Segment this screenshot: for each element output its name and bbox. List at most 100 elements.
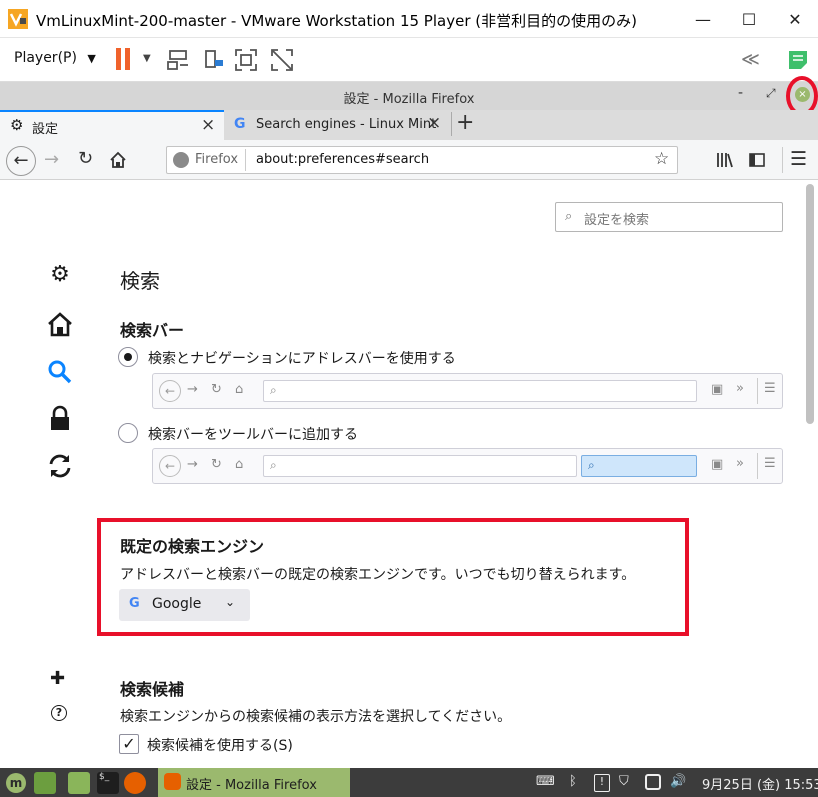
- mint-menu-icon[interactable]: m: [6, 773, 26, 793]
- player-menu[interactable]: Player(P) ▼: [14, 50, 96, 66]
- tab-label: 設定: [32, 122, 59, 137]
- firefox-icon: [164, 773, 181, 790]
- minimize-icon: —: [695, 9, 711, 29]
- toolbar-search-radio[interactable]: [118, 423, 138, 443]
- default-engine-value: Google: [152, 596, 202, 612]
- urlbar-preview-image: ← → ↻ ⌂ ⌕ ▣ » ☰: [152, 373, 783, 409]
- taskbar-firefox-window[interactable]: 設定 - Mozilla Firefox: [158, 768, 350, 797]
- reload-icon: ↻: [211, 457, 222, 472]
- dropdown-arrow-icon: ▼: [87, 52, 96, 65]
- firefox-close-icon[interactable]: ×: [795, 87, 810, 102]
- tab-close-icon[interactable]: ×: [427, 113, 441, 133]
- collapse-toolbar-icon[interactable]: ≪: [741, 49, 760, 70]
- tab-divider: [451, 112, 452, 136]
- minimize-button[interactable]: —: [680, 0, 726, 38]
- firefox-identity-icon: [173, 152, 189, 168]
- default-engine-dropdown[interactable]: G Google ⌄: [119, 589, 250, 621]
- general-category-gear-icon[interactable]: ⚙: [46, 262, 74, 290]
- pause-button[interactable]: ▼: [108, 38, 164, 82]
- suggestions-checkbox-label: 検索候補を使用する(S): [147, 738, 293, 754]
- preview-search-field: ⌕: [581, 455, 697, 477]
- google-icon: G: [129, 596, 140, 611]
- home-icon: ⌂: [235, 457, 244, 472]
- suggestions-description: 検索エンジンからの検索候補の表示方法を選択してください。: [120, 709, 512, 725]
- reload-icon: ↻: [211, 382, 222, 397]
- chevron-down-icon: ⌄: [225, 595, 236, 609]
- bookmark-star-icon[interactable]: ☆: [654, 149, 669, 169]
- terminal-icon[interactable]: $_: [97, 772, 119, 794]
- pause-icon: [116, 48, 121, 70]
- keyboard-icon[interactable]: ⌨: [536, 774, 555, 789]
- back-button[interactable]: ←: [6, 146, 36, 176]
- maximize-button[interactable]: ☐: [726, 0, 772, 38]
- close-button[interactable]: ✕: [772, 0, 818, 38]
- tab-settings[interactable]: ⚙ 設定 ×: [0, 110, 224, 140]
- page-title: 検索: [120, 269, 160, 293]
- reader-icon: ▣: [711, 457, 724, 472]
- menu-hamburger-icon: ☰: [764, 456, 776, 471]
- firefox-window-title: 設定 - Mozilla Firefox: [343, 92, 475, 107]
- files-folder-icon[interactable]: [68, 772, 90, 794]
- player-menu-label: Player(P): [14, 50, 77, 66]
- volume-icon[interactable]: 🔊: [670, 774, 686, 789]
- tab-close-icon[interactable]: ×: [201, 115, 215, 135]
- vmware-titlebar: VmLinuxMint-200-master - VMware Workstat…: [0, 0, 818, 38]
- preview-address-field: ⌕: [263, 380, 697, 402]
- urlbar-search-radio[interactable]: [118, 347, 138, 367]
- shield-icon[interactable]: ⛉: [619, 774, 629, 789]
- maximize-icon: ☐: [741, 9, 757, 29]
- search-category-icon[interactable]: [46, 358, 74, 386]
- bluetooth-icon[interactable]: ᛒ: [569, 774, 577, 789]
- dropdown-arrow-icon: ▼: [143, 53, 151, 64]
- vmware-toolbar: Player(P) ▼ ▼ ≪: [0, 38, 818, 82]
- suggestions-heading: 検索候補: [120, 680, 185, 699]
- close-icon: ✕: [788, 9, 802, 29]
- update-manager-icon[interactable]: [645, 774, 661, 790]
- forward-arrow-icon: →: [187, 457, 198, 472]
- fullscreen-icon[interactable]: [234, 48, 258, 72]
- searchbar-preview-image: ← → ↻ ⌂ ⌕ ⌕ ▣ » ☰: [152, 448, 783, 484]
- extensions-puzzle-icon[interactable]: ✚: [50, 668, 65, 689]
- gear-icon: ⚙: [10, 116, 24, 134]
- maximize-icon[interactable]: ⤢: [766, 86, 776, 101]
- forward-button[interactable]: →: [44, 149, 59, 170]
- overflow-chevron-icon: »: [736, 381, 744, 396]
- back-arrow-icon: ←: [13, 150, 29, 171]
- minimize-icon[interactable]: -: [738, 85, 743, 101]
- scrollbar-thumb[interactable]: [806, 184, 814, 424]
- search-icon: ⌕: [270, 383, 277, 397]
- help-icon[interactable]: ?: [51, 705, 67, 721]
- vmware-logo-icon: [8, 9, 28, 29]
- removable-devices-icon[interactable]: [201, 48, 225, 72]
- clock[interactable]: 9月25日 (金) 15:53: [702, 774, 818, 793]
- clipboard-icon[interactable]: !: [594, 774, 610, 792]
- url-bar[interactable]: Firefox about:preferences#search ☆: [166, 146, 678, 174]
- notes-icon[interactable]: [786, 48, 810, 72]
- show-desktop-icon[interactable]: [34, 772, 56, 794]
- sidebar-icon[interactable]: [748, 151, 766, 169]
- new-tab-button[interactable]: +: [456, 110, 474, 135]
- forward-arrow-icon: →: [187, 382, 198, 397]
- preferences-search-input[interactable]: ⌕ 設定を検索: [555, 202, 783, 232]
- search-icon: ⌕: [270, 458, 277, 472]
- reload-icon[interactable]: ↻: [78, 148, 93, 169]
- library-icon[interactable]: [716, 151, 734, 169]
- menu-hamburger-icon: ☰: [764, 381, 776, 396]
- home-icon[interactable]: [109, 151, 127, 169]
- search-icon: ⌕: [565, 209, 573, 224]
- home-category-icon[interactable]: [46, 310, 74, 338]
- sync-category-icon[interactable]: [46, 452, 74, 480]
- searchbar-heading: 検索バー: [120, 321, 185, 340]
- overflow-chevron-icon: »: [736, 456, 744, 471]
- suggestions-checkbox[interactable]: ✓: [119, 734, 139, 754]
- tab-search-engines[interactable]: G Search engines - Linux Mint ×: [224, 110, 450, 140]
- search-icon: ⌕: [588, 458, 595, 472]
- default-engine-heading: 既定の検索エンジン: [120, 537, 265, 556]
- privacy-category-lock-icon[interactable]: [46, 404, 74, 432]
- unity-mode-icon[interactable]: [270, 48, 294, 72]
- menu-hamburger-icon[interactable]: ☰: [790, 148, 807, 170]
- taskbar-window-title: 設定 - Mozilla Firefox: [186, 778, 317, 793]
- firefox-launcher-icon[interactable]: [124, 772, 146, 794]
- urlbar-search-label: 検索とナビゲーションにアドレスバーを使用する: [148, 351, 456, 367]
- send-ctrl-alt-del-icon[interactable]: [166, 48, 190, 72]
